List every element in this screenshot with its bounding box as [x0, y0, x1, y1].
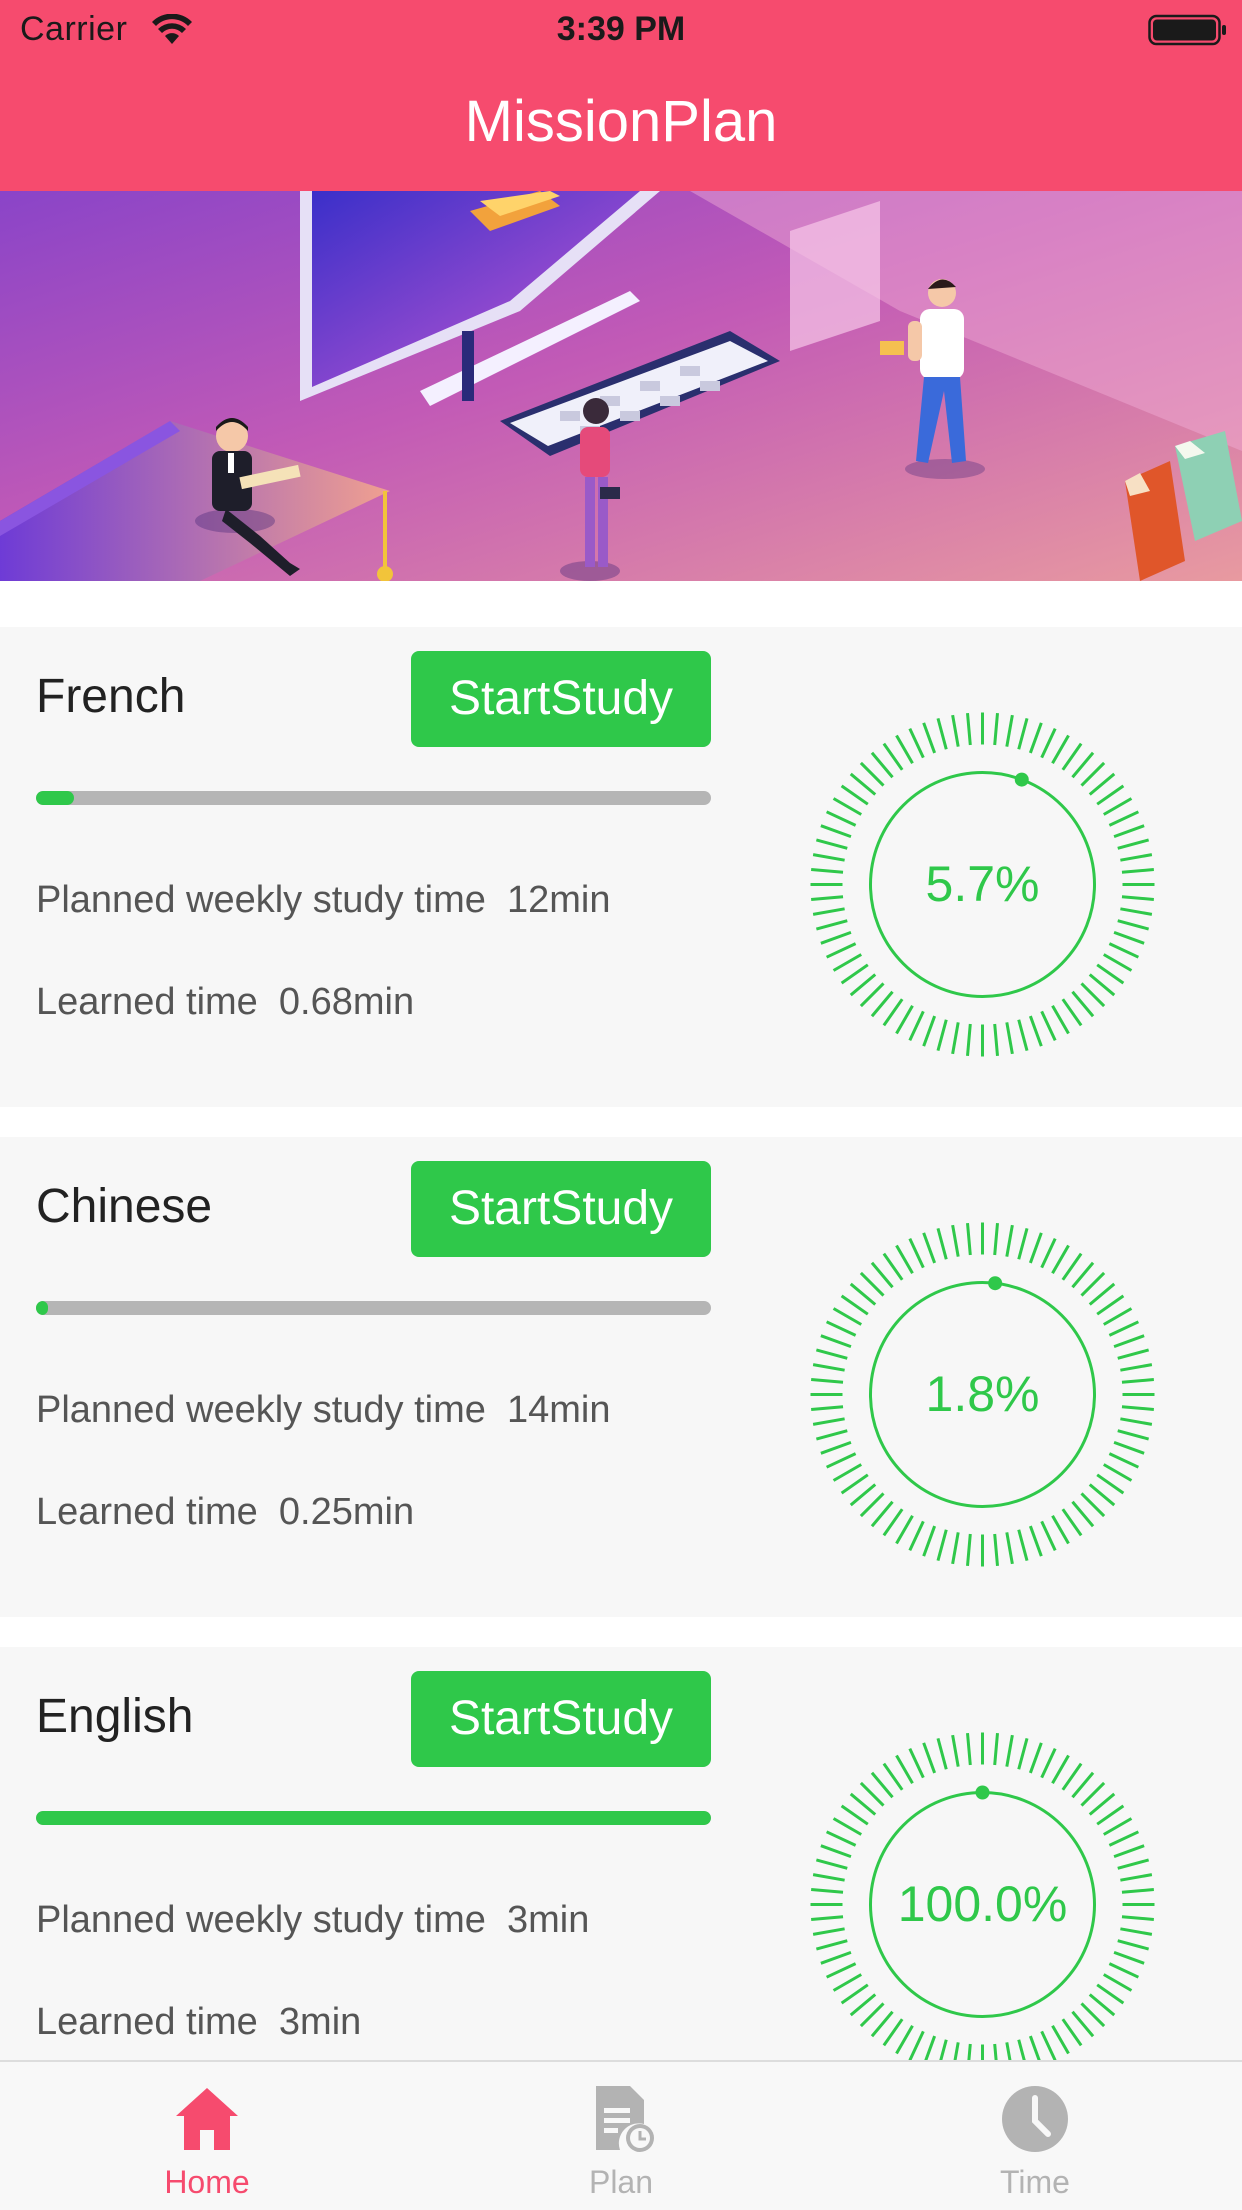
subject-title: French [36, 670, 186, 723]
progress-bar-fill [36, 1301, 49, 1315]
subject-title: Chinese [36, 1180, 213, 1233]
progress-bar [36, 1811, 711, 1825]
planned-time-text: Planned weekly study time 14min [36, 1389, 611, 1431]
planned-time-text: Planned weekly study time 3min [36, 1899, 590, 1941]
page-title: MissionPlan [464, 89, 778, 154]
subject-card-chinese: Chinese StartStudy Planned weekly study … [0, 1137, 1242, 1617]
hero-banner [0, 191, 1242, 581]
subject-card-french: French StartStudy Planned weekly study t… [0, 627, 1242, 1107]
house-icon [176, 2088, 238, 2150]
subject-card-english: English StartStudy Planned weekly study … [0, 1647, 1242, 2127]
tab-label: Plan [588, 2164, 654, 2200]
hero-illustration [0, 191, 1242, 581]
status-bar: Carrier 3:39 PM [0, 0, 1242, 62]
tab-time[interactable]: Time [828, 2062, 1242, 2210]
planned-time-text: Planned weekly study time 12min [36, 879, 611, 921]
learned-time-text: Learned time 0.25min [36, 1491, 415, 1533]
tab-label: Home [164, 2164, 250, 2200]
header: Carrier 3:39 PM MissionPlan [0, 0, 1242, 191]
tab-label: Time [1000, 2164, 1070, 2200]
tab-bar: Home Plan Time [0, 2060, 1242, 2210]
start-study-button[interactable]: StartStudy [411, 1671, 711, 1767]
battery-icon [1148, 14, 1226, 46]
progress-bar [36, 791, 711, 805]
progress-bar [36, 1301, 711, 1315]
tab-plan[interactable]: Plan [414, 2062, 828, 2210]
status-time: 3:39 PM [556, 10, 686, 48]
progress-percent: 5.7% [925, 856, 1040, 912]
tab-home[interactable]: Home [0, 2062, 414, 2210]
progress-percent: 100.0% [897, 1876, 1068, 1932]
clock-icon [1002, 2086, 1068, 2152]
progress-bar-fill [36, 791, 75, 805]
subject-title: English [36, 1690, 194, 1743]
learned-time-text: Learned time 3min [36, 2001, 362, 2043]
start-study-button[interactable]: StartStudy [411, 1161, 711, 1257]
start-study-button[interactable]: StartStudy [411, 651, 711, 747]
progress-bar-fill [36, 1811, 711, 1825]
progress-percent: 1.8% [925, 1366, 1040, 1422]
document-clock-icon [596, 2086, 654, 2152]
learned-time-text: Learned time 0.68min [36, 981, 415, 1023]
